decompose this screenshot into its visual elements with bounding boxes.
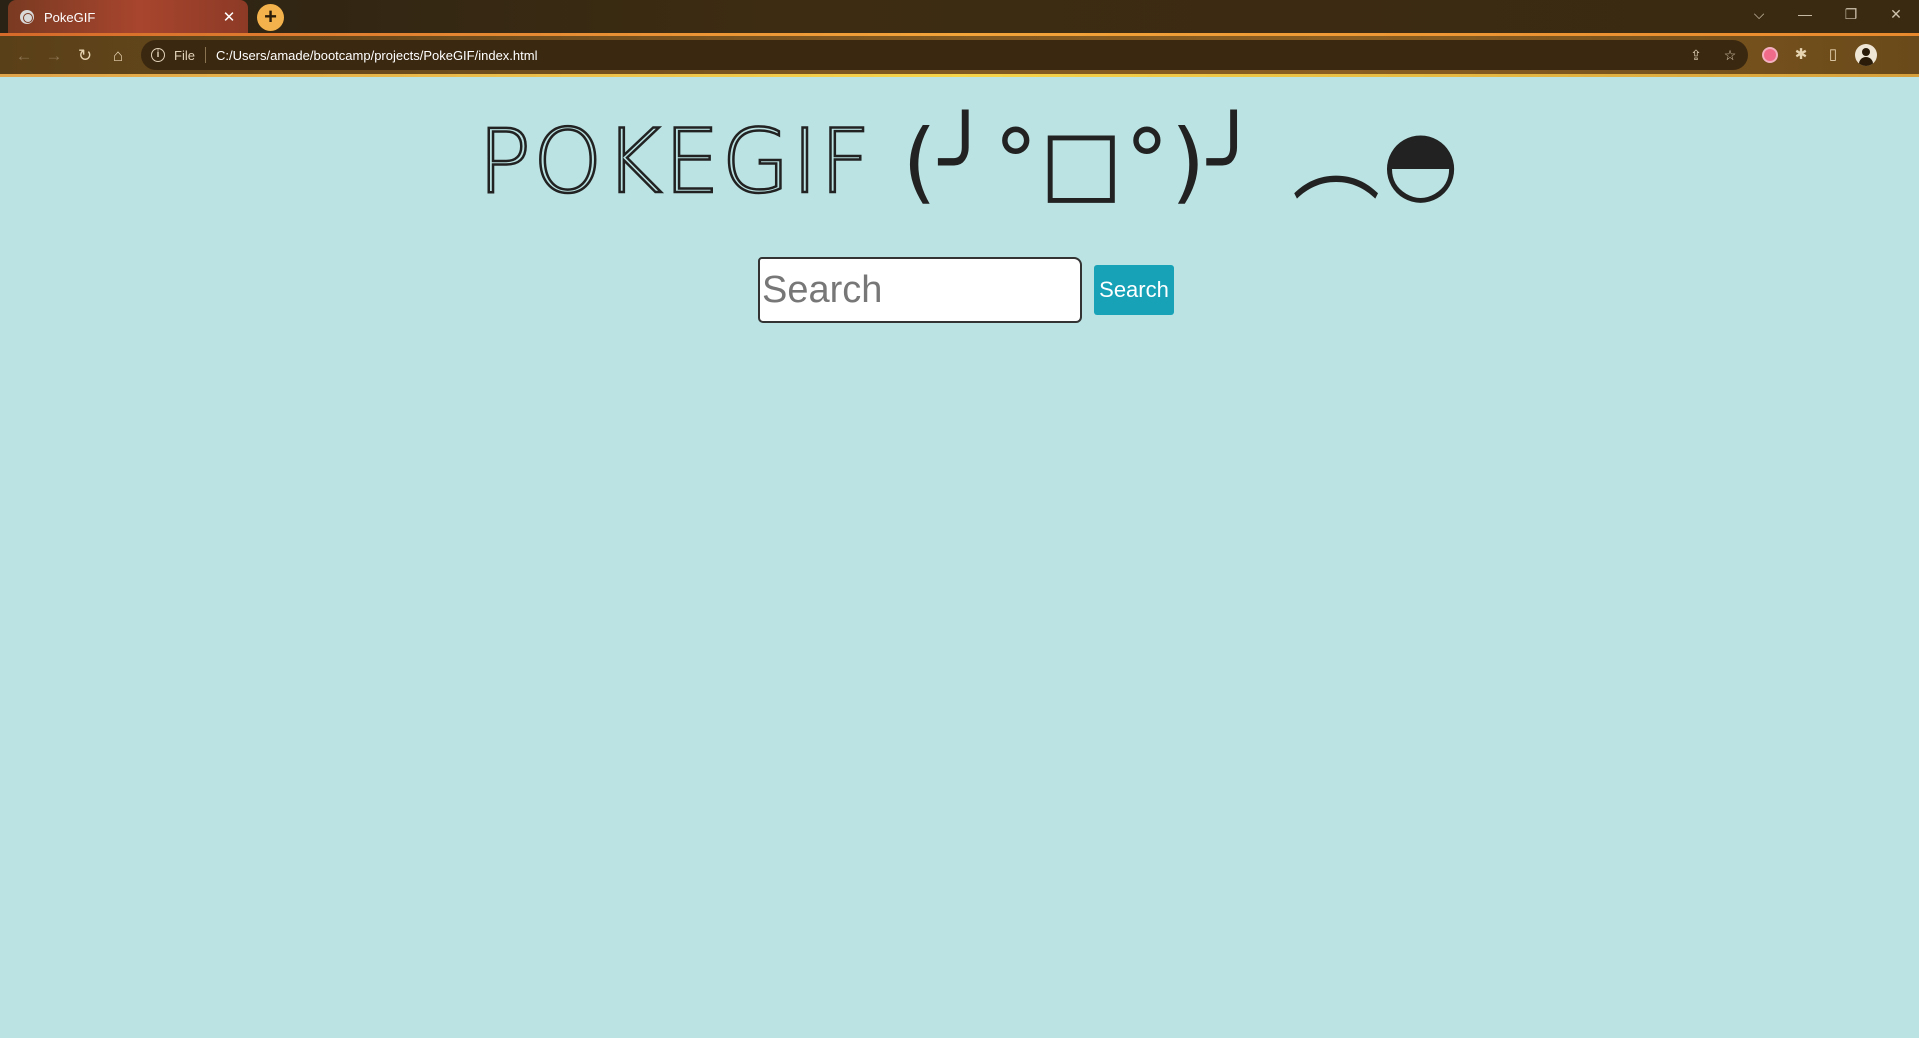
address-bar[interactable]: i File C:/Users/amade/bootcamp/projects/…	[141, 40, 1748, 70]
address-url[interactable]: C:/Users/amade/bootcamp/projects/PokeGIF…	[216, 48, 538, 63]
new-tab-button[interactable]: +	[257, 4, 284, 31]
tab-strip: PokeGIF ✕ + ⌵ — ❐ ✕	[0, 0, 1919, 34]
theme-accent-bottom	[0, 74, 1919, 77]
reload-button[interactable]: ↻	[73, 44, 97, 68]
back-button[interactable]: ←	[12, 44, 36, 68]
address-divider	[204, 47, 206, 63]
share-icon[interactable]: ⇪	[1686, 45, 1706, 65]
close-window-button[interactable]: ✕	[1873, 0, 1919, 30]
search-input[interactable]	[758, 257, 1082, 323]
address-scheme: File	[174, 47, 195, 63]
restore-button[interactable]: ❐	[1828, 0, 1874, 30]
extension-record-icon[interactable]	[1764, 49, 1776, 61]
tab-pokegif[interactable]: PokeGIF ✕	[8, 0, 248, 34]
bookmark-star-icon[interactable]: ☆	[1720, 45, 1740, 65]
page-title: POKEGIF (╯°□°)╯ ︵◓	[477, 110, 1461, 213]
side-panel-icon[interactable]: ▯	[1822, 44, 1844, 66]
minimize-button[interactable]: —	[1782, 0, 1828, 30]
globe-icon	[20, 10, 34, 24]
table-flip-emoticon: (╯°□°)╯ ︵◓	[902, 110, 1461, 213]
tab-search-icon[interactable]: ⌵	[1736, 0, 1782, 30]
search-button[interactable]: Search	[1094, 265, 1174, 315]
info-icon[interactable]: i	[151, 48, 165, 62]
browser-chrome: PokeGIF ✕ + ⌵ — ❐ ✕ ← → ↻ ⌂ i File C:/Us…	[0, 0, 1919, 77]
page-title-text: POKEGIF	[477, 110, 873, 213]
tab-title: PokeGIF	[44, 9, 96, 25]
extensions-puzzle-icon[interactable]: ✱	[1790, 44, 1812, 66]
close-tab-icon[interactable]: ✕	[220, 8, 238, 26]
search-form: Search	[758, 257, 1174, 323]
profile-avatar[interactable]	[1855, 44, 1877, 66]
home-button[interactable]: ⌂	[106, 44, 130, 68]
forward-button[interactable]: →	[42, 44, 66, 68]
